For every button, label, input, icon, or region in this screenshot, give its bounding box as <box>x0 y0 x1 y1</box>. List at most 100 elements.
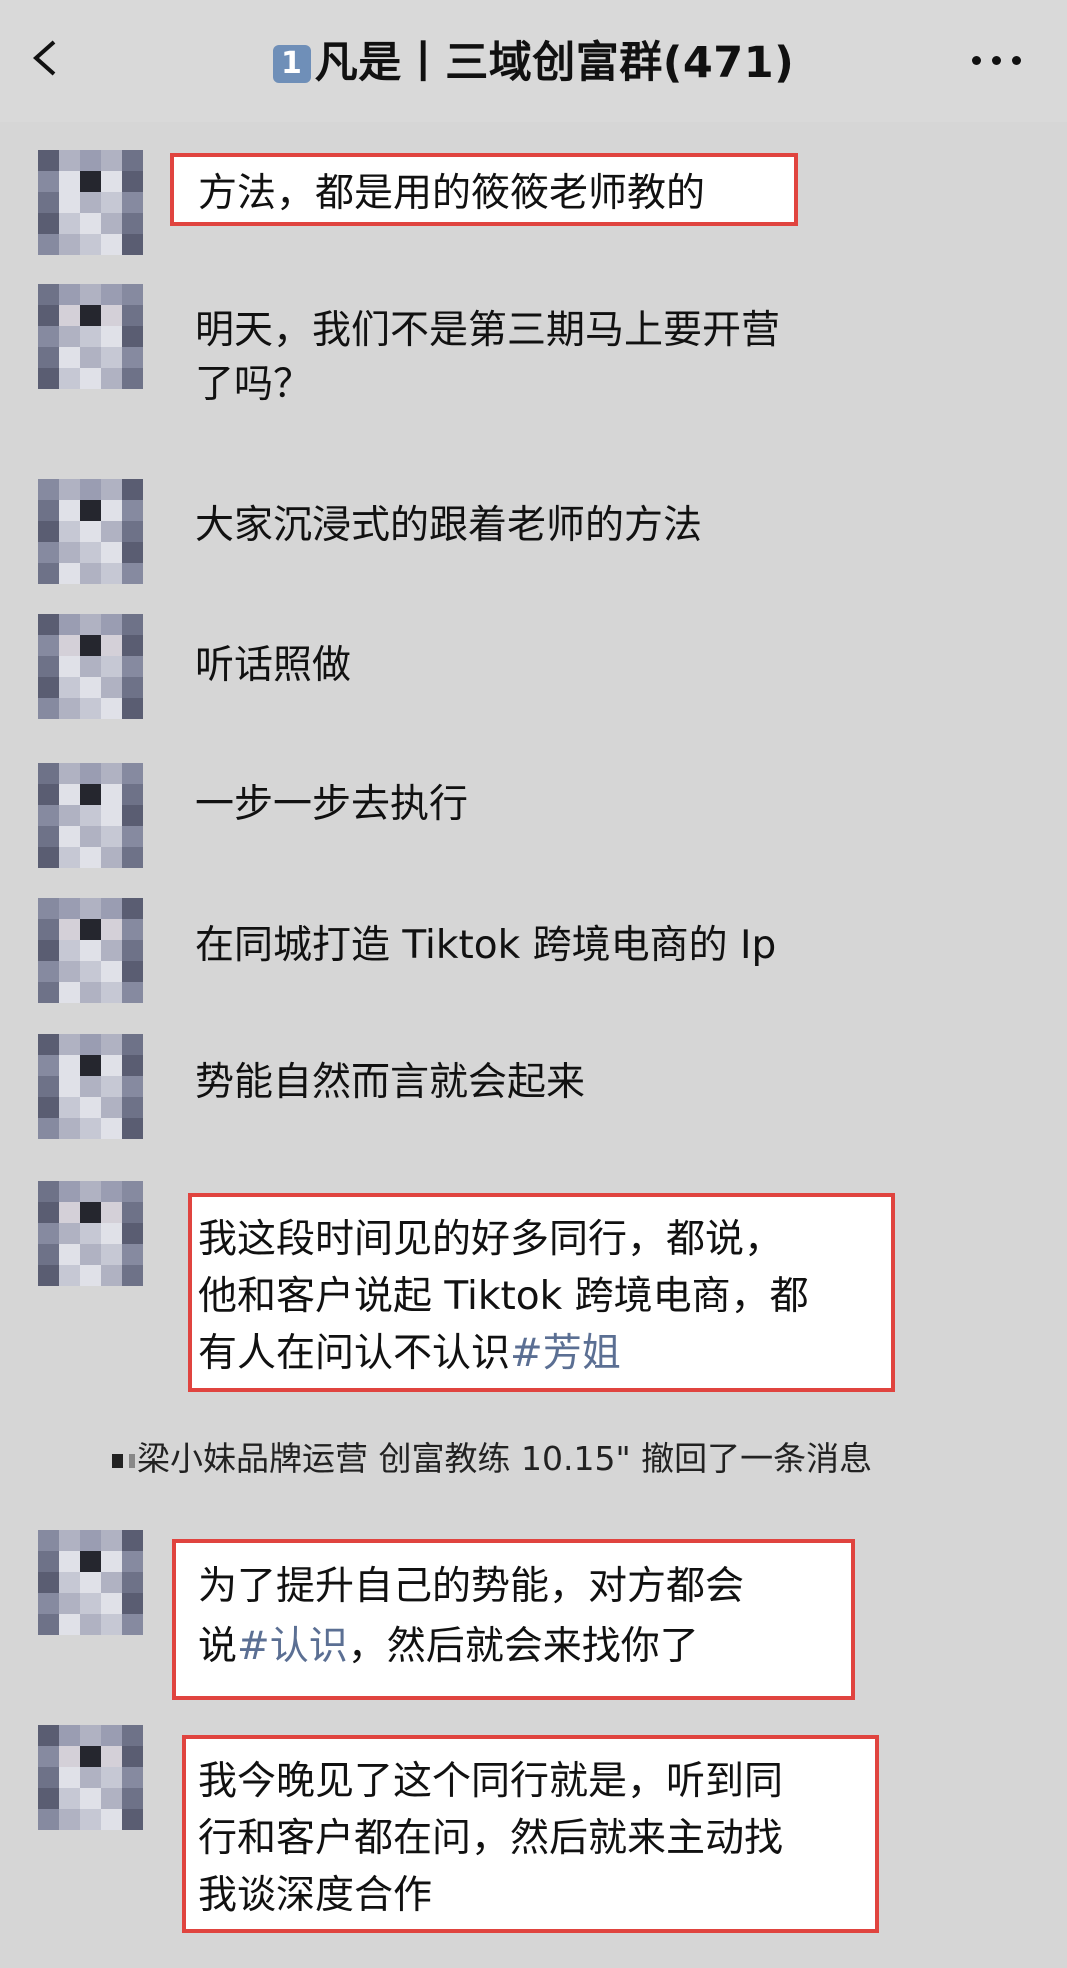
avatar-pixel <box>101 1076 122 1097</box>
avatar-pixel <box>38 479 59 500</box>
avatar-pixel <box>59 698 80 719</box>
avatar-pixel <box>59 1055 80 1076</box>
avatar-pixel <box>38 614 59 635</box>
avatar[interactable] <box>38 763 143 868</box>
message-text: 明天，我们不是第三期马上要开营 了吗？ <box>195 308 781 407</box>
recall-notice-text: 梁小妹品牌运营 创富教练 10.15" 撤回了一条消息 <box>137 1439 873 1478</box>
avatar-pixel <box>38 1034 59 1055</box>
avatar-pixel <box>80 192 101 213</box>
avatar[interactable] <box>38 1181 143 1286</box>
avatar-pixel <box>80 1076 101 1097</box>
avatar-pixel <box>80 1055 101 1076</box>
avatar-pixel <box>80 1097 101 1118</box>
avatar-pixel <box>122 961 143 982</box>
avatar-pixel <box>122 940 143 961</box>
avatar-pixel <box>38 1244 59 1265</box>
avatar-pixel <box>101 192 122 213</box>
avatar[interactable] <box>38 1034 143 1139</box>
avatar-pixel <box>59 1223 80 1244</box>
avatar-pixel <box>122 284 143 305</box>
avatar-pixel <box>80 563 101 584</box>
avatar[interactable] <box>38 150 143 255</box>
highlight-box: 我今晚见了这个同行就是，听到同 行和客户都在问，然后就来主动找 我谈深度合作 <box>182 1735 879 1933</box>
avatar-pixel <box>101 1244 122 1265</box>
message-text: 方法，都是用的筱筱老师教的 <box>198 171 706 216</box>
avatar-pixel <box>80 763 101 784</box>
avatar-pixel <box>59 635 80 656</box>
avatar-pixel <box>80 1725 101 1746</box>
avatar-pixel <box>101 656 122 677</box>
message-text-part: ，然后就会来找你了 <box>347 1624 699 1669</box>
avatar-pixel <box>122 826 143 847</box>
avatar-pixel <box>122 326 143 347</box>
avatar-pixel <box>80 479 101 500</box>
avatar-pixel <box>59 784 80 805</box>
avatar[interactable] <box>38 284 143 389</box>
avatar-pixel <box>38 1265 59 1286</box>
avatar-pixel <box>59 1767 80 1788</box>
avatar-pixel <box>101 1725 122 1746</box>
avatar-pixel <box>59 213 80 234</box>
avatar-pixel <box>59 347 80 368</box>
avatar-pixel <box>80 213 101 234</box>
avatar-pixel <box>38 1788 59 1809</box>
avatar-pixel <box>38 698 59 719</box>
mosaic-avatar-icon <box>112 1454 123 1468</box>
avatar-pixel <box>122 614 143 635</box>
avatar-pixel <box>122 171 143 192</box>
avatar-pixel <box>101 1551 122 1572</box>
avatar-pixel <box>101 1572 122 1593</box>
avatar-pixel <box>38 1614 59 1635</box>
avatar[interactable] <box>38 479 143 584</box>
avatar[interactable] <box>38 1725 143 1830</box>
avatar-pixel <box>101 563 122 584</box>
avatar-pixel <box>101 1265 122 1286</box>
avatar-pixel <box>101 1530 122 1551</box>
avatar-pixel <box>80 982 101 1003</box>
avatar-pixel <box>59 1746 80 1767</box>
message-text: 我这段时间见的好多同行，都说， 他和客户说起 Tiktok 跨境电商，都 有人在… <box>192 1211 879 1382</box>
avatar-pixel <box>101 1746 122 1767</box>
avatar-pixel <box>38 784 59 805</box>
avatar-pixel <box>101 284 122 305</box>
avatar-pixel <box>101 898 122 919</box>
more-options-icon[interactable] <box>972 56 1022 68</box>
avatar-pixel <box>122 1097 143 1118</box>
avatar-pixel <box>101 805 122 826</box>
avatar-pixel <box>101 1767 122 1788</box>
avatar-pixel <box>80 1614 101 1635</box>
avatar-pixel <box>101 368 122 389</box>
avatar-pixel <box>122 305 143 326</box>
avatar-pixel <box>59 919 80 940</box>
avatar[interactable] <box>38 898 143 1003</box>
message-text: 我今晚见了这个同行就是，听到同 行和客户都在问，然后就来主动找 我谈深度合作 <box>198 1759 784 1918</box>
avatar-pixel <box>59 847 80 868</box>
avatar-pixel <box>38 1593 59 1614</box>
avatar-pixel <box>80 1809 101 1830</box>
avatar-pixel <box>122 1767 143 1788</box>
avatar-pixel <box>80 368 101 389</box>
avatar-pixel <box>38 150 59 171</box>
avatar-pixel <box>80 171 101 192</box>
avatar-pixel <box>101 1809 122 1830</box>
avatar-pixel <box>59 1202 80 1223</box>
avatar-pixel <box>38 284 59 305</box>
avatar-pixel <box>80 1265 101 1286</box>
avatar-pixel <box>38 1202 59 1223</box>
avatar-pixel <box>122 763 143 784</box>
group-name: 凡是丨三域创富群(471) <box>314 38 795 88</box>
avatar-pixel <box>38 171 59 192</box>
avatar-pixel <box>122 898 143 919</box>
chat-title: 1 凡是丨三域创富群(471) <box>0 28 1067 90</box>
hashtag-link[interactable]: #认识 <box>237 1624 348 1669</box>
avatar-pixel <box>122 656 143 677</box>
avatar-pixel <box>80 698 101 719</box>
avatar-pixel <box>59 1725 80 1746</box>
avatar-pixel <box>80 1118 101 1139</box>
avatar-pixel <box>80 919 101 940</box>
avatar-pixel <box>101 1034 122 1055</box>
avatar[interactable] <box>38 614 143 719</box>
avatar[interactable] <box>38 1530 143 1635</box>
avatar-pixel <box>80 500 101 521</box>
hashtag-link[interactable]: #芳姐 <box>510 1331 621 1376</box>
